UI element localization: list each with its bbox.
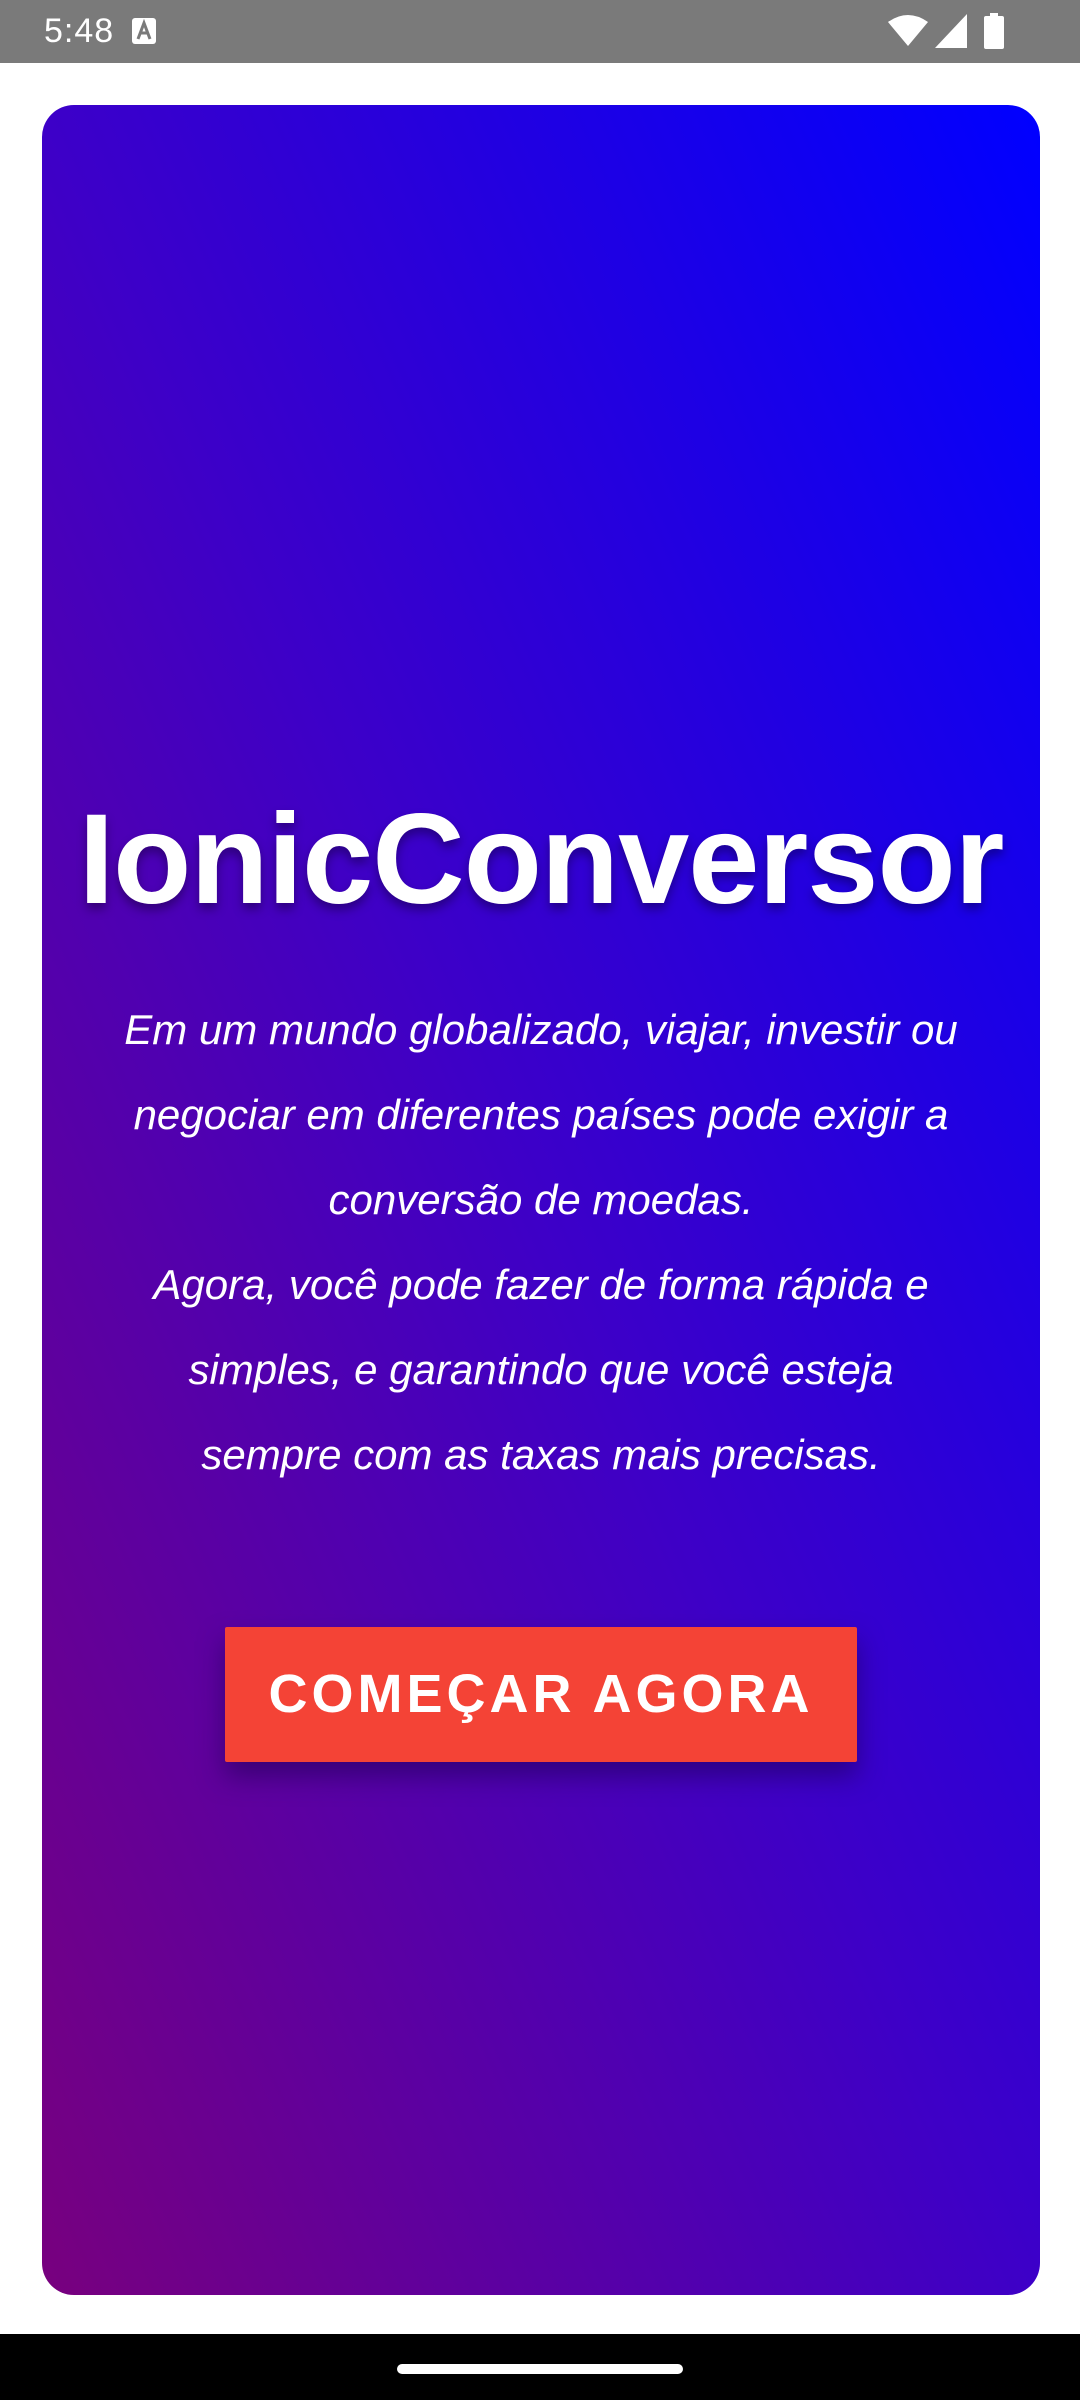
welcome-card: IonicConversor Em um mundo globalizado, … bbox=[42, 105, 1040, 2295]
battery-icon bbox=[984, 13, 1004, 49]
signal-icon bbox=[935, 14, 967, 48]
wifi-icon bbox=[888, 14, 928, 48]
app-description: Em um mundo globalizado, viajar, investi… bbox=[122, 987, 960, 1497]
description-paragraph-1: Em um mundo globalizado, viajar, investi… bbox=[124, 1006, 958, 1223]
status-bar: 5:48 bbox=[0, 0, 1080, 63]
a-icon bbox=[132, 18, 156, 44]
start-now-button[interactable]: COMEÇAR AGORA bbox=[225, 1627, 857, 1762]
description-paragraph-2: Agora, você pode fazer de forma rápida e… bbox=[153, 1261, 929, 1478]
status-time: 5:48 bbox=[44, 12, 115, 50]
home-indicator[interactable] bbox=[397, 2364, 683, 2374]
app-title: IonicConversor bbox=[78, 788, 1005, 931]
